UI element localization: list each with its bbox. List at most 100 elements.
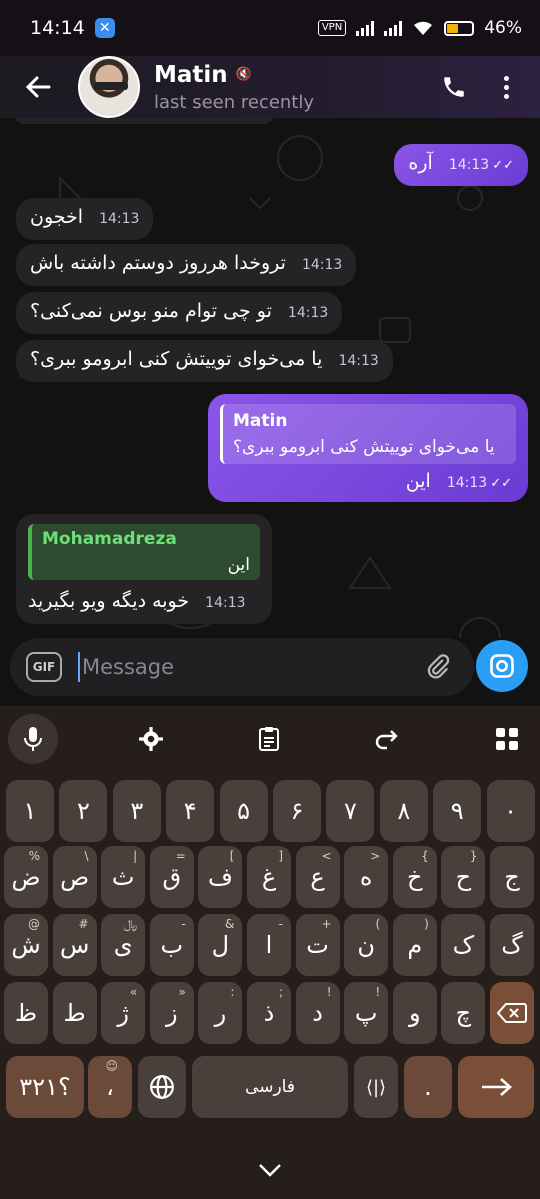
emoji-hint-icon: ☺: [105, 1059, 118, 1073]
key-digit[interactable]: ۷: [326, 780, 375, 842]
call-button[interactable]: [434, 67, 474, 107]
key-letter[interactable]: ت +: [295, 914, 340, 976]
key-letter[interactable]: ع <: [295, 846, 340, 908]
key-letter[interactable]: پ!: [344, 982, 389, 1044]
voice-input-button[interactable]: [8, 714, 58, 764]
key-digit[interactable]: ۳: [112, 780, 161, 842]
key-label: ق: [162, 863, 182, 891]
camera-button[interactable]: [476, 640, 528, 692]
key-letter[interactable]: ه >: [344, 846, 389, 908]
reply-preview[interactable]: Matin یا می‌خوای توییتش کنی ابرومو ببری؟: [220, 404, 516, 464]
chat-messages[interactable]: آره 14:13 ✓✓ اخجون 14:13 تروخدا هرروز دوس…: [0, 118, 540, 706]
grid-icon: [496, 728, 518, 750]
paperclip-icon: [427, 654, 450, 679]
key-label: ۷: [343, 797, 357, 825]
key-letter[interactable]: ق =: [149, 846, 194, 908]
key-digit[interactable]: ۵: [219, 780, 268, 842]
key-hint: :: [230, 985, 235, 999]
apps-grid-button[interactable]: [482, 714, 532, 764]
key-letter[interactable]: ظ: [4, 982, 48, 1044]
message-input[interactable]: Message: [78, 652, 418, 682]
key-label: س: [59, 931, 90, 959]
key-letter[interactable]: ذ;: [247, 982, 291, 1044]
message-bubble-incoming[interactable]: یا می‌خوای توییتش کنی ابرومو ببری؟ 14:13: [16, 340, 393, 382]
key-letter[interactable]: ژ «: [101, 982, 146, 1044]
key-letter[interactable]: و: [392, 982, 437, 1044]
key-digit[interactable]: ۸: [379, 780, 428, 842]
avatar[interactable]: [78, 56, 140, 118]
message-bubble-incoming[interactable]: اخجون 14:13: [16, 198, 154, 240]
key-letter[interactable]: ز»: [149, 982, 194, 1044]
key-digit[interactable]: ۰: [486, 780, 535, 842]
message-text: تو چی توام منو بوس نمی‌کنی؟: [30, 300, 272, 322]
clipboard-button[interactable]: [244, 714, 294, 764]
message-bubble-outgoing[interactable]: آره 14:13 ✓✓: [394, 144, 528, 186]
enter-key[interactable]: [458, 1056, 534, 1118]
key-letter[interactable]: ل &: [198, 914, 243, 976]
message-time: 14:13: [205, 595, 246, 611]
more-options-button[interactable]: [486, 67, 526, 107]
chevron-down-icon[interactable]: [257, 1162, 283, 1178]
comma-key[interactable]: ، ☺: [88, 1056, 132, 1118]
key-letter[interactable]: ض%: [4, 846, 48, 908]
message-bubble-outgoing-reply[interactable]: Matin یا می‌خوای توییتش کنی ابرومو ببری؟…: [208, 394, 528, 502]
key-letter[interactable]: ف[: [198, 846, 243, 908]
key-digit[interactable]: ۴: [166, 780, 215, 842]
attach-button[interactable]: [418, 647, 458, 687]
key-letter[interactable]: خ{: [392, 846, 437, 908]
key-digit[interactable]: ۶: [273, 780, 321, 842]
key-digit[interactable]: ۱: [6, 780, 54, 842]
message-bubble-incoming-reply[interactable]: Mohamadreza این خوبه دیگه ویو بگیرید 14:…: [16, 514, 272, 624]
key-label: ر: [214, 999, 227, 1027]
key-letter[interactable]: ن(: [344, 914, 389, 976]
key-letter[interactable]: س #: [52, 914, 97, 976]
key-label: ل: [211, 931, 230, 959]
key-digit[interactable]: ۹: [433, 780, 482, 842]
key-label: ت: [306, 931, 329, 959]
message-bubble-incoming[interactable]: تروخدا هرروز دوستم داشته باش 14:13: [16, 244, 357, 286]
redo-button[interactable]: [362, 714, 412, 764]
language-key[interactable]: [138, 1056, 186, 1118]
arrow-left-icon: [25, 76, 51, 98]
key-hint: !: [326, 985, 332, 999]
status-bar: 14:14 ✕ VPN 46%: [0, 0, 540, 56]
gif-button[interactable]: GIF: [26, 652, 62, 682]
key-letter[interactable]: گ: [490, 914, 534, 976]
key-letter[interactable]: ب-: [149, 914, 194, 976]
key-letter[interactable]: ث |: [101, 846, 146, 908]
chat-title[interactable]: Matin 🔇 last seen recently: [154, 62, 314, 113]
backspace-key[interactable]: [490, 982, 534, 1044]
space-key[interactable]: فارسی: [192, 1056, 348, 1118]
key-letter[interactable]: ا-: [247, 914, 291, 976]
symbols-key[interactable]: ؟۳۲۱: [6, 1056, 84, 1118]
period-key[interactable]: .: [404, 1056, 452, 1118]
key-label: م: [407, 931, 423, 959]
settings-button[interactable]: [126, 714, 176, 764]
key-letter[interactable]: ط: [52, 982, 97, 1044]
key-label: ج: [504, 863, 520, 891]
key-letter[interactable]: ح}: [441, 846, 486, 908]
x-app-icon: ✕: [94, 18, 115, 38]
key-letter[interactable]: م): [392, 914, 437, 976]
key-letter[interactable]: ص \: [52, 846, 97, 908]
key-letter[interactable]: ش @: [4, 914, 48, 976]
key-label: ۰: [504, 797, 518, 825]
key-label: ؟۳۲۱: [19, 1073, 71, 1101]
key-letter[interactable]: ی ﷼: [101, 914, 146, 976]
key-digit[interactable]: ۲: [59, 780, 108, 842]
key-letter[interactable]: چ: [441, 982, 486, 1044]
key-letter[interactable]: د!: [295, 982, 340, 1044]
reply-author: Matin: [233, 411, 288, 431]
message-bubble-incoming[interactable]: تو چی توام منو بوس نمی‌کنی؟ 14:13: [16, 292, 343, 334]
back-button[interactable]: [20, 69, 56, 105]
cursor-key[interactable]: ⟨|⟩: [354, 1056, 398, 1118]
key-letter[interactable]: ج: [490, 846, 534, 908]
gear-icon: [139, 727, 163, 751]
key-label: چ: [455, 999, 472, 1027]
reply-preview[interactable]: Mohamadreza این: [28, 524, 260, 580]
key-letter[interactable]: ر:: [198, 982, 243, 1044]
composer-box: GIF Message: [10, 638, 474, 696]
key-letter[interactable]: غ]: [247, 846, 291, 908]
message-time: 14:13: [99, 211, 140, 227]
key-letter[interactable]: ک: [441, 914, 486, 976]
